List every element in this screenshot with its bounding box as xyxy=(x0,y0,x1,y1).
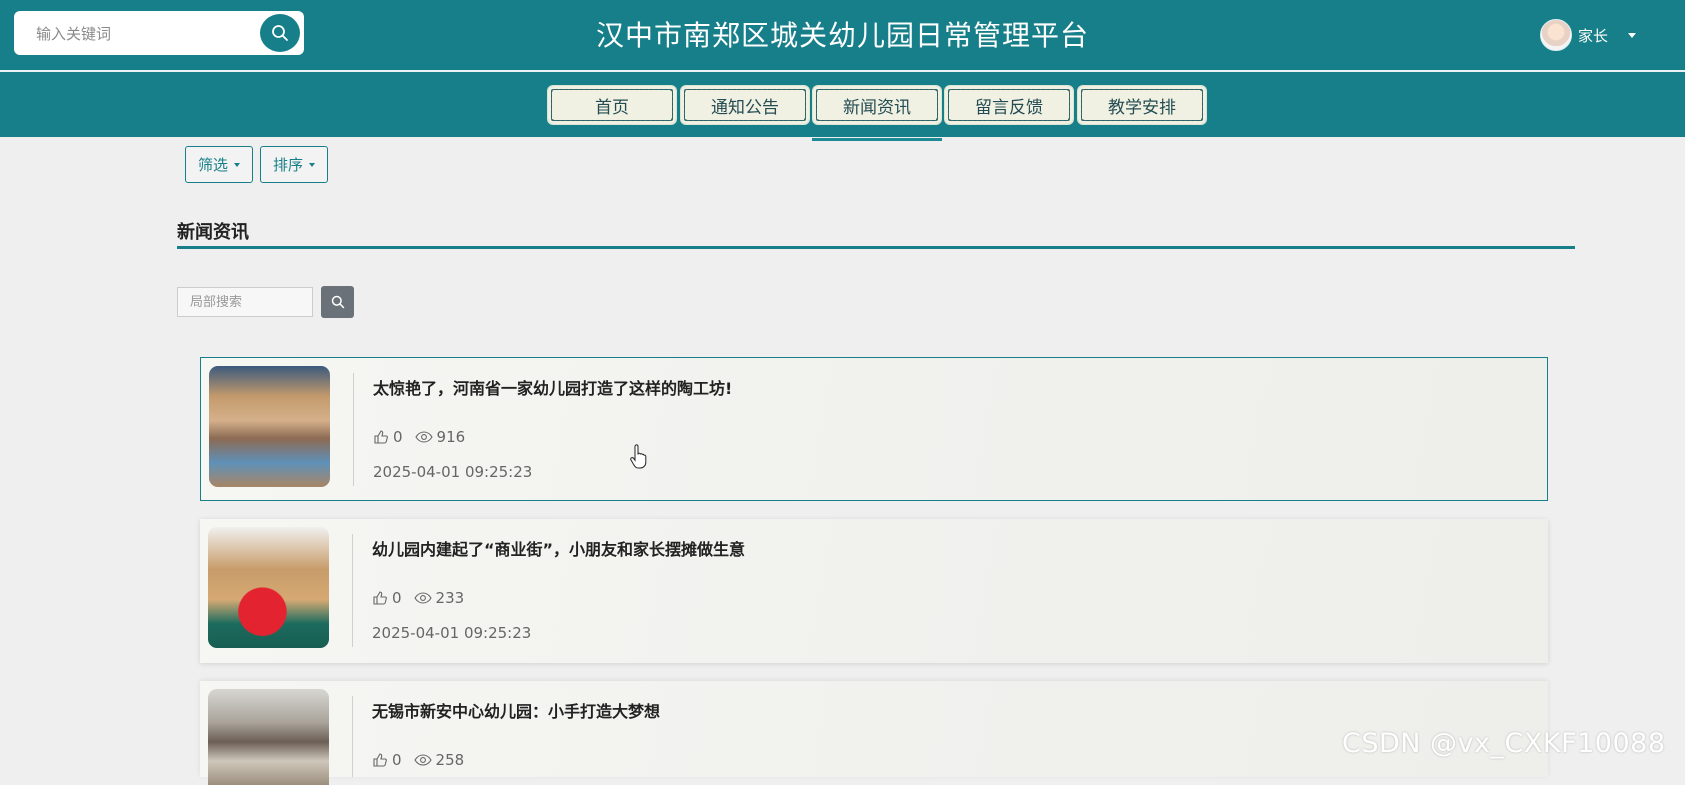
chevron-down-icon xyxy=(1628,32,1637,38)
nav-item-news[interactable]: 新闻资讯 xyxy=(812,85,942,125)
avatar xyxy=(1540,19,1572,51)
news-item[interactable]: 太惊艳了，河南省一家幼儿园打造了这样的陶工坊! 0 916 2025-04-01… xyxy=(200,357,1548,501)
filter-label: 筛选 xyxy=(198,156,229,174)
view-value: 233 xyxy=(435,589,465,607)
site-title: 汉中市南郑区城关幼儿园日常管理平台 xyxy=(595,19,1089,52)
like-value: 0 xyxy=(392,751,402,769)
local-search-input[interactable] xyxy=(177,287,313,317)
news-stats: 0 916 xyxy=(373,428,477,446)
news-title: 无锡市新安中心幼儿园：小手打造大梦想 xyxy=(372,702,661,721)
nav-item-label: 教学安排 xyxy=(1108,97,1176,118)
section-divider xyxy=(177,246,1575,249)
news-time: 2025-04-01 09:25:23 xyxy=(373,463,533,481)
news-title: 幼儿园内建起了“商业街”，小朋友和家长摆摊做生意 xyxy=(372,540,746,559)
nav-item-notices[interactable]: 通知公告 xyxy=(680,85,810,125)
view-count: 233 xyxy=(413,589,465,607)
watermark: CSDN @vx_CXKF10088 xyxy=(1342,728,1666,759)
news-thumbnail xyxy=(208,689,329,785)
filter-dropdown[interactable]: 筛选 xyxy=(185,146,254,183)
like-count: 0 xyxy=(372,589,402,607)
eye-icon xyxy=(414,431,433,443)
view-count: 916 xyxy=(414,428,466,446)
nav-item-schedule[interactable]: 教学安排 xyxy=(1077,85,1207,125)
active-tab-indicator xyxy=(812,138,942,141)
nav-item-label: 首页 xyxy=(595,97,629,118)
nav-item-label: 通知公告 xyxy=(711,97,779,118)
search-icon xyxy=(331,295,344,309)
caret-down-icon xyxy=(309,162,316,167)
thumbs-up-icon xyxy=(373,753,387,767)
nav-item-home[interactable]: 首页 xyxy=(547,85,677,125)
news-thumbnail xyxy=(208,527,329,648)
divider xyxy=(352,534,353,647)
divider xyxy=(352,696,353,777)
view-count: 258 xyxy=(413,751,465,769)
main-nav: 首页 通知公告 新闻资讯 留言反馈 教学安排 xyxy=(0,72,1685,137)
view-value: 258 xyxy=(435,751,465,769)
like-count: 0 xyxy=(372,751,402,769)
thumbs-up-icon xyxy=(374,430,388,444)
like-value: 0 xyxy=(392,589,402,607)
sort-label: 排序 xyxy=(273,156,304,174)
news-title: 太惊艳了，河南省一家幼儿园打造了这样的陶工坊! xyxy=(373,379,733,398)
nav-item-label: 留言反馈 xyxy=(975,97,1043,118)
like-count: 0 xyxy=(373,428,403,446)
news-stats: 0 258 xyxy=(372,751,476,769)
like-value: 0 xyxy=(393,428,403,446)
view-value: 916 xyxy=(436,428,466,446)
divider xyxy=(353,373,354,486)
nav-item-feedback[interactable]: 留言反馈 xyxy=(944,85,1074,125)
news-stats: 0 233 xyxy=(372,589,476,607)
eye-icon xyxy=(413,592,432,604)
news-thumbnail xyxy=(209,366,330,487)
news-item[interactable]: 幼儿园内建起了“商业街”，小朋友和家长摆摊做生意 0 233 2025-04-0… xyxy=(200,519,1548,663)
nav-item-label: 新闻资讯 xyxy=(843,97,911,118)
eye-icon xyxy=(413,754,432,766)
caret-down-icon xyxy=(234,162,241,167)
sort-dropdown[interactable]: 排序 xyxy=(260,146,329,183)
local-search-button[interactable] xyxy=(321,286,354,318)
user-menu[interactable]: 家长 xyxy=(1540,19,1637,51)
thumbs-up-icon xyxy=(373,591,387,605)
news-time: 2025-04-01 09:25:23 xyxy=(372,624,532,642)
section-title: 新闻资讯 xyxy=(177,222,249,243)
user-name: 家长 xyxy=(1578,26,1609,45)
top-bar: 汉中市南郑区城关幼儿园日常管理平台 家长 xyxy=(0,0,1685,72)
